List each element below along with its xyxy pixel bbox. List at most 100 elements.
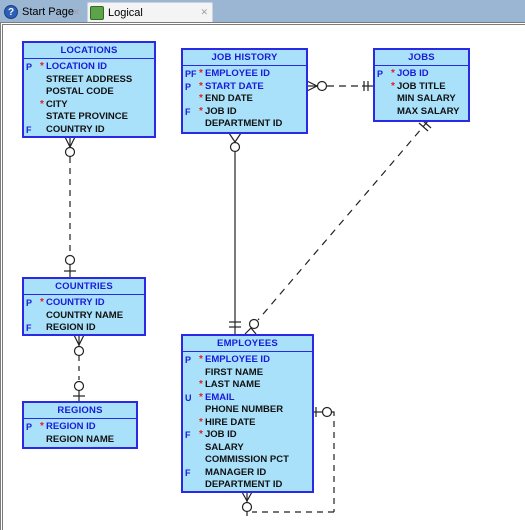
key-indicator: P [377, 69, 384, 79]
key-indicator: P [185, 355, 192, 365]
key-indicator: P [26, 298, 33, 308]
attribute-row[interactable]: DEPARTMENT ID [183, 479, 312, 492]
attribute-name: FIRST NAME [205, 366, 264, 378]
key-indicator: F [185, 430, 191, 440]
attribute-row[interactable]: P * START DATE [183, 81, 306, 94]
key-indicator: F [185, 106, 191, 117]
attribute-name: START DATE [205, 80, 264, 92]
attribute-name: DEPARTMENT ID [205, 118, 283, 129]
attribute-list: P * REGION ID REGION NAME [24, 419, 136, 446]
attribute-name: PHONE NUMBER [205, 404, 284, 415]
attribute-row[interactable]: PHONE NUMBER [183, 404, 312, 417]
close-icon[interactable]: ✕ [200, 7, 208, 18]
attribute-row[interactable]: FIRST NAME [183, 367, 312, 380]
attribute-row[interactable]: DEPARTMENT ID [183, 118, 306, 131]
attribute-name: COMMISSION PCT [205, 454, 289, 465]
attribute-name: LAST NAME [205, 379, 261, 390]
key-indicator: P [26, 62, 33, 72]
attribute-name: JOB ID [205, 105, 237, 117]
attribute-name: END DATE [205, 93, 253, 104]
attribute-row[interactable]: P * COUNTRY ID [24, 297, 144, 310]
attribute-row[interactable]: F * JOB ID [183, 106, 306, 119]
attribute-name: MAX SALARY [397, 105, 460, 117]
entity-title: JOBS [375, 50, 468, 66]
key-indicator: P [26, 422, 33, 432]
tab-logical[interactable]: Logical ✕ [87, 2, 213, 22]
entity-job-history[interactable]: JOB HISTORY PF * EMPLOYEE ID P * START DATE * E… [181, 48, 308, 134]
attribute-row[interactable]: P * LOCATION ID [24, 61, 154, 74]
attribute-row[interactable]: * JOB TITLE [375, 81, 468, 94]
entity-title: EMPLOYEES [183, 336, 312, 352]
attribute-row[interactable]: PF * EMPLOYEE ID [183, 68, 306, 81]
attribute-name: LOCATION ID [46, 61, 108, 72]
attribute-row[interactable]: MIN SALARY [375, 93, 468, 106]
attribute-name: HIRE DATE [205, 416, 256, 428]
key-indicator: P [185, 81, 192, 92]
key-indicator: PF [185, 69, 197, 79]
key-indicator: U [185, 392, 192, 403]
attribute-row[interactable]: * HIRE DATE [183, 417, 312, 430]
help-icon: ? [4, 5, 18, 19]
tab-start-page[interactable]: ? Start Page ✕ [2, 2, 86, 22]
entity-title: COUNTRIES [24, 279, 144, 295]
attribute-row[interactable]: MAX SALARY [375, 106, 468, 119]
attribute-name: REGION ID [46, 322, 96, 333]
entity-title: REGIONS [24, 403, 136, 419]
attribute-row[interactable]: STREET ADDRESS [24, 74, 154, 87]
attribute-list: P * COUNTRY ID COUNTRY NAME F REGION ID [24, 295, 144, 335]
attribute-list: P * LOCATION ID STREET ADDRESS POSTAL CODE * C… [24, 59, 154, 136]
attribute-row[interactable]: U * EMAIL [183, 392, 312, 405]
attribute-row[interactable]: P * REGION ID [24, 421, 136, 434]
attribute-list: P * JOB ID * JOB TITLE MIN SALARY MAX SALARY [375, 66, 468, 118]
attribute-name: MANAGER ID [205, 466, 267, 478]
attribute-name: EMAIL [205, 391, 235, 403]
attribute-row[interactable]: POSTAL CODE [24, 86, 154, 99]
key-indicator: F [26, 124, 32, 135]
tab-label: Start Page [22, 6, 74, 18]
attribute-name: EMPLOYEE ID [205, 68, 270, 79]
attribute-name: DEPARTMENT ID [205, 479, 283, 490]
attribute-row[interactable]: COMMISSION PCT [183, 454, 312, 467]
attribute-name: COUNTRY ID [46, 123, 105, 135]
attribute-name: STREET ADDRESS [46, 73, 133, 85]
attribute-name: REGION NAME [46, 433, 115, 445]
attribute-name: MIN SALARY [397, 93, 456, 104]
attribute-row[interactable]: P * JOB ID [375, 68, 468, 81]
entity-countries[interactable]: COUNTRIES P * COUNTRY ID COUNTRY NAME F REGIO… [22, 277, 146, 336]
logical-model-icon [90, 5, 104, 20]
attribute-row[interactable]: F * JOB ID [183, 429, 312, 442]
attribute-row[interactable]: * END DATE [183, 93, 306, 106]
attribute-name: EMPLOYEE ID [205, 354, 270, 365]
attribute-row[interactable]: F COUNTRY ID [24, 124, 154, 137]
attribute-row[interactable]: F REGION ID [24, 322, 144, 335]
attribute-name: CITY [46, 98, 68, 110]
attribute-name: REGION ID [46, 421, 96, 432]
attribute-row[interactable]: P * EMPLOYEE ID [183, 354, 312, 367]
editor-tab-bar: ? Start Page ✕ Logical ✕ [0, 0, 525, 22]
attribute-list: PF * EMPLOYEE ID P * START DATE * END DATE F * JOB… [183, 66, 306, 131]
attribute-name: SALARY [205, 441, 244, 453]
attribute-row[interactable]: SALARY [183, 442, 312, 455]
attribute-row[interactable]: COUNTRY NAME [24, 310, 144, 323]
attribute-name: POSTAL CODE [46, 86, 114, 97]
attribute-name: COUNTRY NAME [46, 309, 124, 321]
key-indicator: F [185, 467, 191, 478]
entity-locations[interactable]: LOCATIONS P * LOCATION ID STREET ADDRESS POS… [22, 41, 156, 138]
attribute-row[interactable]: F MANAGER ID [183, 467, 312, 480]
entity-regions[interactable]: REGIONS P * REGION ID REGION NAME [22, 401, 138, 449]
entity-employees[interactable]: EMPLOYEES P * EMPLOYEE ID FIRST NAME * LAST N… [181, 334, 314, 493]
attribute-row[interactable]: REGION NAME [24, 434, 136, 447]
attribute-name: COUNTRY ID [46, 297, 105, 308]
attribute-row[interactable]: * LAST NAME [183, 379, 312, 392]
close-icon[interactable]: ✕ [72, 7, 80, 18]
tab-label: Logical [108, 6, 143, 19]
attribute-name: JOB TITLE [397, 80, 446, 92]
key-indicator: F [26, 323, 32, 333]
attribute-name: JOB ID [205, 429, 237, 440]
attribute-row[interactable]: * CITY [24, 99, 154, 112]
entity-jobs[interactable]: JOBS P * JOB ID * JOB TITLE MIN SALARY MAX SAL… [373, 48, 470, 122]
attribute-list: P * EMPLOYEE ID FIRST NAME * LAST NAME U * EMAIL… [183, 352, 312, 492]
entity-title: JOB HISTORY [183, 50, 306, 66]
attribute-row[interactable]: STATE PROVINCE [24, 111, 154, 124]
attribute-name: JOB ID [397, 68, 429, 79]
